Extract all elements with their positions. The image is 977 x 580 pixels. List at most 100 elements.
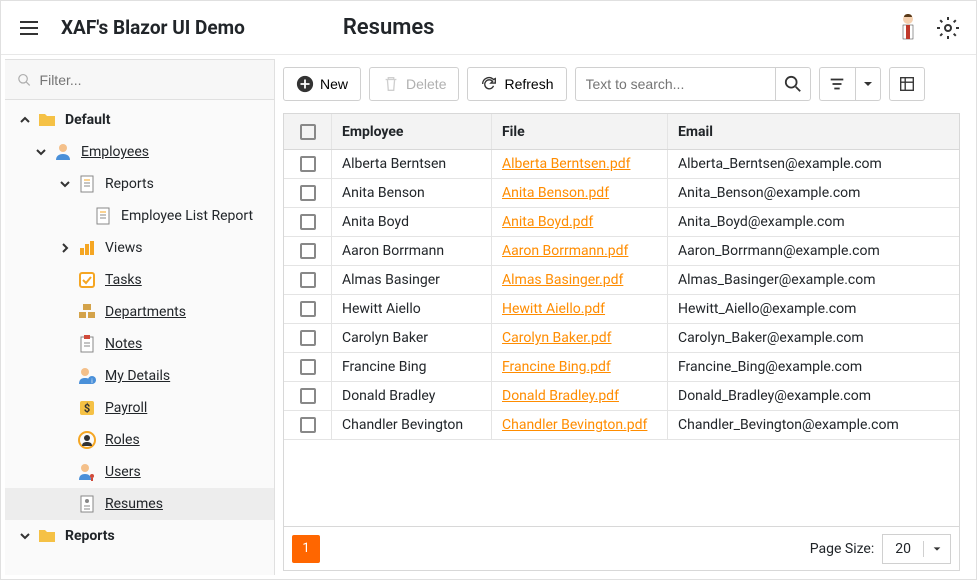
cell-email: Aaron_Borrmann@example.com [668,237,959,265]
page-number-current[interactable]: 1 [292,535,320,563]
sidebar-item-views[interactable]: Views [5,232,274,264]
filter-button[interactable] [819,67,855,101]
file-link[interactable]: Anita Benson.pdf [502,185,609,201]
search-button[interactable] [775,67,811,101]
gear-icon[interactable] [936,16,960,40]
file-link[interactable]: Aaron Borrmann.pdf [502,243,628,259]
checkbox-icon[interactable] [300,330,316,346]
row-checkbox-cell[interactable] [284,179,332,207]
sidebar-item-departments[interactable]: Departments [5,296,274,328]
file-link[interactable]: Francine Bing.pdf [502,359,611,375]
columns-icon [898,75,916,93]
row-checkbox-cell[interactable] [284,411,332,439]
chart-icon [77,238,97,258]
page-size-dropdown[interactable] [924,544,950,554]
sidebar-item-notes[interactable]: Notes [5,328,274,360]
columns-button[interactable] [889,67,925,101]
file-link[interactable]: Alberta Berntsen.pdf [502,156,630,172]
table-row[interactable]: Alberta BerntsenAlberta Berntsen.pdfAlbe… [284,150,959,179]
checkbox-icon[interactable] [300,185,316,201]
file-link[interactable]: Chandler Bevington.pdf [502,417,647,433]
sidebar-item-resumes[interactable]: Resumes [5,488,274,520]
tree-label: Payroll [105,400,147,416]
sidebar-item-employees[interactable]: Employees [5,136,274,168]
checkbox-icon[interactable] [300,359,316,375]
checkbox-icon[interactable] [300,156,316,172]
row-checkbox-cell[interactable] [284,237,332,265]
row-checkbox-cell[interactable] [284,295,332,323]
tree-label: Reports [65,528,115,544]
row-checkbox-cell[interactable] [284,150,332,178]
chevron-up-icon[interactable] [17,112,33,128]
sidebar-item-roles[interactable]: Roles [5,424,274,456]
search-icon [784,75,802,93]
page-size-selector[interactable]: 20 [882,534,951,564]
chevron-down-icon[interactable] [17,528,33,544]
table-row[interactable]: Chandler BevingtonChandler Bevington.pdf… [284,411,959,440]
table-row[interactable]: Hewitt AielloHewitt Aiello.pdfHewitt_Aie… [284,295,959,324]
table-row[interactable]: Anita BensonAnita Benson.pdfAnita_Benson… [284,179,959,208]
sidebar-item-tasks[interactable]: Tasks [5,264,274,296]
sidebar-item-users[interactable]: Users [5,456,274,488]
row-checkbox-cell[interactable] [284,208,332,236]
tree-group-reports[interactable]: Reports [5,520,274,552]
checkbox-icon[interactable] [300,417,316,433]
tree-label: Departments [105,304,186,320]
row-checkbox-cell[interactable] [284,353,332,381]
checkbox-icon[interactable] [300,301,316,317]
row-checkbox-cell[interactable] [284,382,332,410]
table-row[interactable]: Anita BoydAnita Boyd.pdfAnita_Boyd@examp… [284,208,959,237]
cell-email: Alberta_Berntsen@example.com [668,150,959,178]
filter-box[interactable] [5,60,274,100]
cell-file: Almas Basinger.pdf [492,266,668,294]
checkbox-icon[interactable] [300,124,316,140]
clipboard-icon [77,334,97,354]
checkbox-icon[interactable] [300,243,316,259]
filter-input[interactable] [40,72,262,88]
delete-button[interactable]: Delete [369,67,459,101]
file-link[interactable]: Carolyn Baker.pdf [502,330,612,346]
hamburger-icon[interactable] [17,16,41,40]
checkbox-icon[interactable] [300,272,316,288]
nav-tree: Default Employees Reports Employee List … [5,100,274,575]
search-group [575,67,811,101]
refresh-icon [480,75,498,93]
table-row[interactable]: Donald BradleyDonald Bradley.pdfDonald_B… [284,382,959,411]
column-header-file[interactable]: File [492,114,668,149]
table-row[interactable]: Francine BingFrancine Bing.pdfFrancine_B… [284,353,959,382]
checkbox-icon[interactable] [300,214,316,230]
refresh-button[interactable]: Refresh [467,67,566,101]
app-title: XAF's Blazor UI Demo [61,16,245,39]
tree-group-default[interactable]: Default [5,104,274,136]
table-row[interactable]: Carolyn BakerCarolyn Baker.pdfCarolyn_Ba… [284,324,959,353]
sidebar-item-employee-list-report[interactable]: Employee List Report [5,200,274,232]
file-link[interactable]: Anita Boyd.pdf [502,214,593,230]
sidebar-item-my-details[interactable]: i My Details [5,360,274,392]
avatar[interactable] [896,12,920,44]
chevron-down-icon[interactable] [57,176,73,192]
search-icon [17,72,32,88]
main-content: New Delete Refresh [275,55,976,579]
row-checkbox-cell[interactable] [284,324,332,352]
chevron-right-icon[interactable] [57,240,73,256]
tree-label: Roles [105,432,140,448]
file-link[interactable]: Almas Basinger.pdf [502,272,623,288]
chevron-down-icon[interactable] [33,144,49,160]
table-row[interactable]: Almas BasingerAlmas Basinger.pdfAlmas_Ba… [284,266,959,295]
row-checkbox-cell[interactable] [284,266,332,294]
cell-employee: Anita Boyd [332,208,492,236]
header-select-all[interactable] [284,114,332,149]
grid-body: Alberta BerntsenAlberta Berntsen.pdfAlbe… [284,150,959,526]
table-row[interactable]: Aaron BorrmannAaron Borrmann.pdfAaron_Bo… [284,237,959,266]
sidebar-item-reports[interactable]: Reports [5,168,274,200]
file-link[interactable]: Donald Bradley.pdf [502,388,619,404]
column-header-email[interactable]: Email [668,114,959,149]
sidebar-item-payroll[interactable]: $ Payroll [5,392,274,424]
new-button[interactable]: New [283,67,361,101]
file-link[interactable]: Hewitt Aiello.pdf [502,301,605,317]
column-header-employee[interactable]: Employee [332,114,492,149]
filter-dropdown-button[interactable] [855,67,881,101]
search-input[interactable] [575,67,775,101]
checkbox-icon[interactable] [300,388,316,404]
page-size-value: 20 [883,541,924,557]
